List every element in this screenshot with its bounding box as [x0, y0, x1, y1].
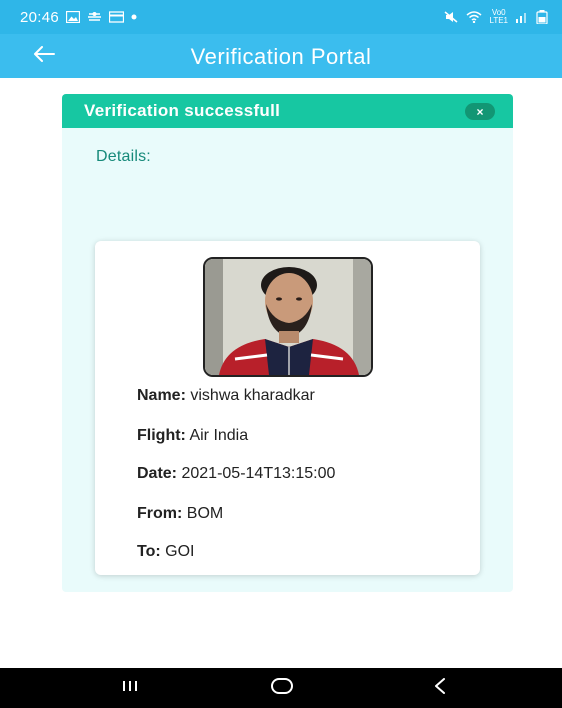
- mute-icon: [443, 11, 459, 23]
- name-field: Name: vishwa kharadkar: [137, 387, 315, 405]
- home-icon: [271, 677, 293, 699]
- close-alert-button[interactable]: ×: [465, 103, 495, 120]
- recents-button[interactable]: [110, 676, 150, 700]
- date-field: Date: 2021-05-14T13:15:00: [137, 465, 335, 483]
- nav-back-icon: [434, 677, 446, 699]
- nav-back-button[interactable]: [420, 676, 460, 700]
- from-field: From: BOM: [137, 505, 223, 523]
- gallery-icon: [66, 11, 81, 23]
- flight-field: Flight: Air India: [137, 427, 248, 445]
- date-key: Date:: [137, 465, 178, 482]
- to-value: GOI: [165, 543, 195, 560]
- navigation-bar: [0, 668, 562, 708]
- date-value: 2021-05-14T13:15:00: [181, 465, 336, 482]
- card-icon: [109, 11, 125, 23]
- flight-value: Air India: [189, 427, 249, 444]
- status-bar: 20:46 Vo0 LTE1: [0, 0, 562, 34]
- verification-panel: Verification successfull × Details: Name…: [62, 94, 513, 592]
- name-key: Name:: [137, 387, 186, 404]
- network-label-bottom: LTE1: [489, 16, 508, 25]
- signal-icon: [515, 11, 529, 23]
- details-label: Details:: [96, 148, 151, 165]
- home-button[interactable]: [262, 676, 302, 700]
- to-field: To: GOI: [137, 543, 194, 561]
- notification-dot-icon: [131, 14, 137, 20]
- from-key: From:: [137, 505, 183, 522]
- app-bar: Verification Portal: [0, 34, 562, 78]
- flight-key: Flight:: [137, 427, 186, 444]
- weather-icon: [87, 11, 102, 23]
- status-time: 20:46: [20, 8, 60, 26]
- from-value: BOM: [186, 505, 224, 522]
- to-key: To:: [137, 543, 161, 560]
- battery-icon: [536, 10, 548, 24]
- alert-message: Verification successfull: [84, 101, 281, 120]
- passenger-card: Name: vishwa kharadkar Flight: Air India…: [95, 241, 480, 575]
- status-right: Vo0 LTE1: [443, 9, 548, 25]
- screen: 20:46 Vo0 LTE1 Verification Portal Verif…: [0, 0, 562, 708]
- wifi-icon: [466, 11, 482, 23]
- recents-icon: [122, 679, 138, 698]
- network-label: Vo0 LTE1: [489, 9, 508, 25]
- close-icon: ×: [476, 104, 484, 119]
- success-alert: Verification successfull ×: [62, 94, 513, 128]
- passenger-photo: [203, 257, 373, 377]
- name-value: vishwa kharadkar: [190, 387, 315, 404]
- page-title: Verification Portal: [190, 44, 372, 69]
- status-left: 20:46: [20, 9, 137, 26]
